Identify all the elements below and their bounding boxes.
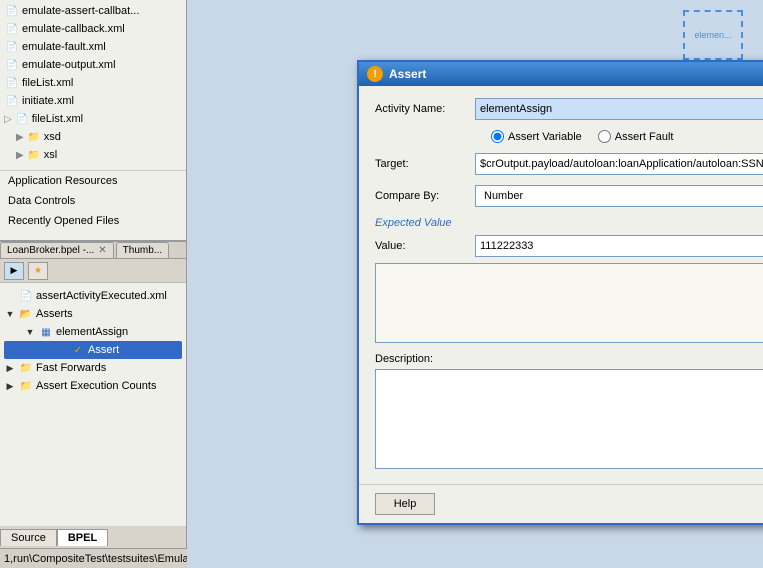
dialog-title-left: ! Assert	[367, 66, 426, 82]
tree-item-xsd[interactable]: ▶ 📁 xsd	[0, 128, 186, 146]
tree-node-fast-forwards[interactable]: ▶ 📁 Fast Forwards	[4, 359, 182, 377]
description-label: Description:	[375, 353, 763, 365]
dashed-element-box: elemen...	[683, 10, 743, 60]
expected-value-section-label: Expected Value	[375, 217, 763, 229]
assert-fault-radio[interactable]	[598, 130, 611, 143]
assert-fault-radio-label[interactable]: Assert Fault	[598, 130, 674, 143]
tree-item-emulate-output[interactable]: 📄 emulate-output.xml	[0, 56, 186, 74]
value-area	[375, 263, 763, 343]
dialog-icon: !	[367, 66, 383, 82]
tab-row: LoanBroker.bpel -... ✕ Thumb...	[0, 242, 186, 259]
assert-icon: ✓	[70, 342, 86, 358]
dialog-body: Activity Name: 🔍 Assert Variable Assert …	[359, 86, 763, 484]
value-label: Value:	[375, 240, 475, 252]
thumb-tab[interactable]: Thumb...	[116, 242, 169, 258]
xml-icon: 📄	[14, 111, 30, 127]
tab-close-icon[interactable]: ✕	[98, 245, 106, 256]
assert-variable-radio[interactable]	[491, 130, 504, 143]
expand-icon	[56, 344, 68, 356]
xml-icon: 📄	[18, 288, 34, 304]
dialog-title: Assert	[389, 67, 426, 81]
tree-node-element-assign[interactable]: ▼ ▦ elementAssign	[4, 323, 182, 341]
tree-content: 📄 assertActivityExecuted.xml ▼ 📂 Asserts…	[0, 283, 186, 399]
main-area: elemen... ! Assert ✕ Activity Name: 🔍	[187, 0, 763, 568]
compare-by-select[interactable]: Number String Boolean Date	[475, 185, 763, 207]
nav-item-app-resources[interactable]: Application Resources	[0, 171, 186, 191]
expand-icon	[4, 290, 16, 302]
expand-icon: ▼	[4, 308, 16, 320]
radio-row: Assert Variable Assert Fault	[375, 130, 763, 143]
xml-icon: 📄	[4, 39, 20, 55]
expand-icon: ▶	[16, 150, 24, 161]
tree-item-emulate-callback[interactable]: 📄 emulate-callback.xml	[0, 20, 186, 38]
target-row: Target: 🔍	[375, 153, 763, 175]
bpel-tab[interactable]: BPEL	[57, 529, 108, 546]
nav-item-recently-opened[interactable]: Recently Opened Files	[0, 211, 186, 231]
xml-icon: 📄	[4, 3, 20, 19]
expand-icon: ▼	[24, 326, 36, 338]
expand-icon: ▷	[4, 114, 12, 125]
small-toolbar: ▶ ★	[0, 259, 186, 283]
nav-section: Application Resources Data Controls Rece…	[0, 170, 186, 231]
folder-icon: 📁	[18, 378, 34, 394]
description-textarea[interactable]	[375, 369, 763, 469]
toolbar-btn-star[interactable]: ★	[28, 262, 48, 280]
expected-value-section: Expected Value Value:	[375, 217, 763, 343]
loanbroker-tab[interactable]: LoanBroker.bpel -... ✕	[0, 242, 114, 258]
tree-node-asserts[interactable]: ▼ 📂 Asserts	[4, 305, 182, 323]
value-input[interactable]	[475, 235, 763, 257]
tree-node-assert-executed[interactable]: 📄 assertActivityExecuted.xml	[4, 287, 182, 305]
folder-icon: 📁	[18, 360, 34, 376]
toolbar-btn-run[interactable]: ▶	[4, 262, 24, 280]
target-label: Target:	[375, 158, 475, 170]
activity-name-input[interactable]	[475, 98, 763, 120]
tree-node-assert-execution-counts[interactable]: ▶ 📁 Assert Execution Counts	[4, 377, 182, 395]
target-input[interactable]	[475, 153, 763, 175]
left-panel: 📄 emulate-assert-callbat... 📄 emulate-ca…	[0, 0, 187, 568]
tree-item-emulate-fault[interactable]: 📄 emulate-fault.xml	[0, 38, 186, 56]
xml-icon: 📄	[4, 93, 20, 109]
file-tree: 📄 emulate-assert-callbat... 📄 emulate-ca…	[0, 0, 186, 166]
assert-dialog: ! Assert ✕ Activity Name: 🔍 Assert Varia…	[357, 60, 763, 525]
expand-icon: ▶	[4, 380, 16, 392]
folder-icon: 📂	[18, 306, 34, 322]
dialog-title-bar: ! Assert ✕	[359, 62, 763, 86]
help-button[interactable]: Help	[375, 493, 435, 515]
assert-variable-radio-label[interactable]: Assert Variable	[491, 130, 582, 143]
xml-icon: 📄	[4, 75, 20, 91]
expand-icon: ▶	[4, 362, 16, 374]
folder-icon: 📁	[26, 129, 42, 145]
source-tab[interactable]: Source	[0, 529, 57, 546]
bottom-left-panel: LoanBroker.bpel -... ✕ Thumb... ▶ ★ 📄 as…	[0, 240, 186, 548]
tree-item-initiate[interactable]: 📄 initiate.xml	[0, 92, 186, 110]
folder-icon: 📁	[26, 147, 42, 163]
expand-icon: ▶	[16, 132, 24, 143]
dialog-footer: Help OK Cancel	[359, 484, 763, 523]
activity-name-label: Activity Name:	[375, 103, 475, 115]
tree-item-xsl[interactable]: ▶ 📁 xsl	[0, 146, 186, 164]
compare-by-row: Compare By: Number String Boolean Date	[375, 185, 763, 207]
compare-by-label: Compare By:	[375, 190, 475, 202]
tree-item-filelist[interactable]: 📄 fileList.xml	[0, 74, 186, 92]
nav-item-data-controls[interactable]: Data Controls	[0, 191, 186, 211]
xml-icon: 📄	[4, 57, 20, 73]
node-icon: ▦	[38, 324, 54, 340]
xml-icon: 📄	[4, 21, 20, 37]
value-row: Value:	[375, 235, 763, 257]
description-section: Description:	[375, 353, 763, 472]
activity-name-row: Activity Name: 🔍	[375, 98, 763, 120]
bottom-tab-row: Source BPEL	[0, 526, 186, 548]
tree-node-assert[interactable]: ✓ Assert	[4, 341, 182, 359]
tree-item-emulate-assert[interactable]: 📄 emulate-assert-callbat...	[0, 2, 186, 20]
tree-item-filelist-node[interactable]: ▷ 📄 fileList.xml	[0, 110, 186, 128]
